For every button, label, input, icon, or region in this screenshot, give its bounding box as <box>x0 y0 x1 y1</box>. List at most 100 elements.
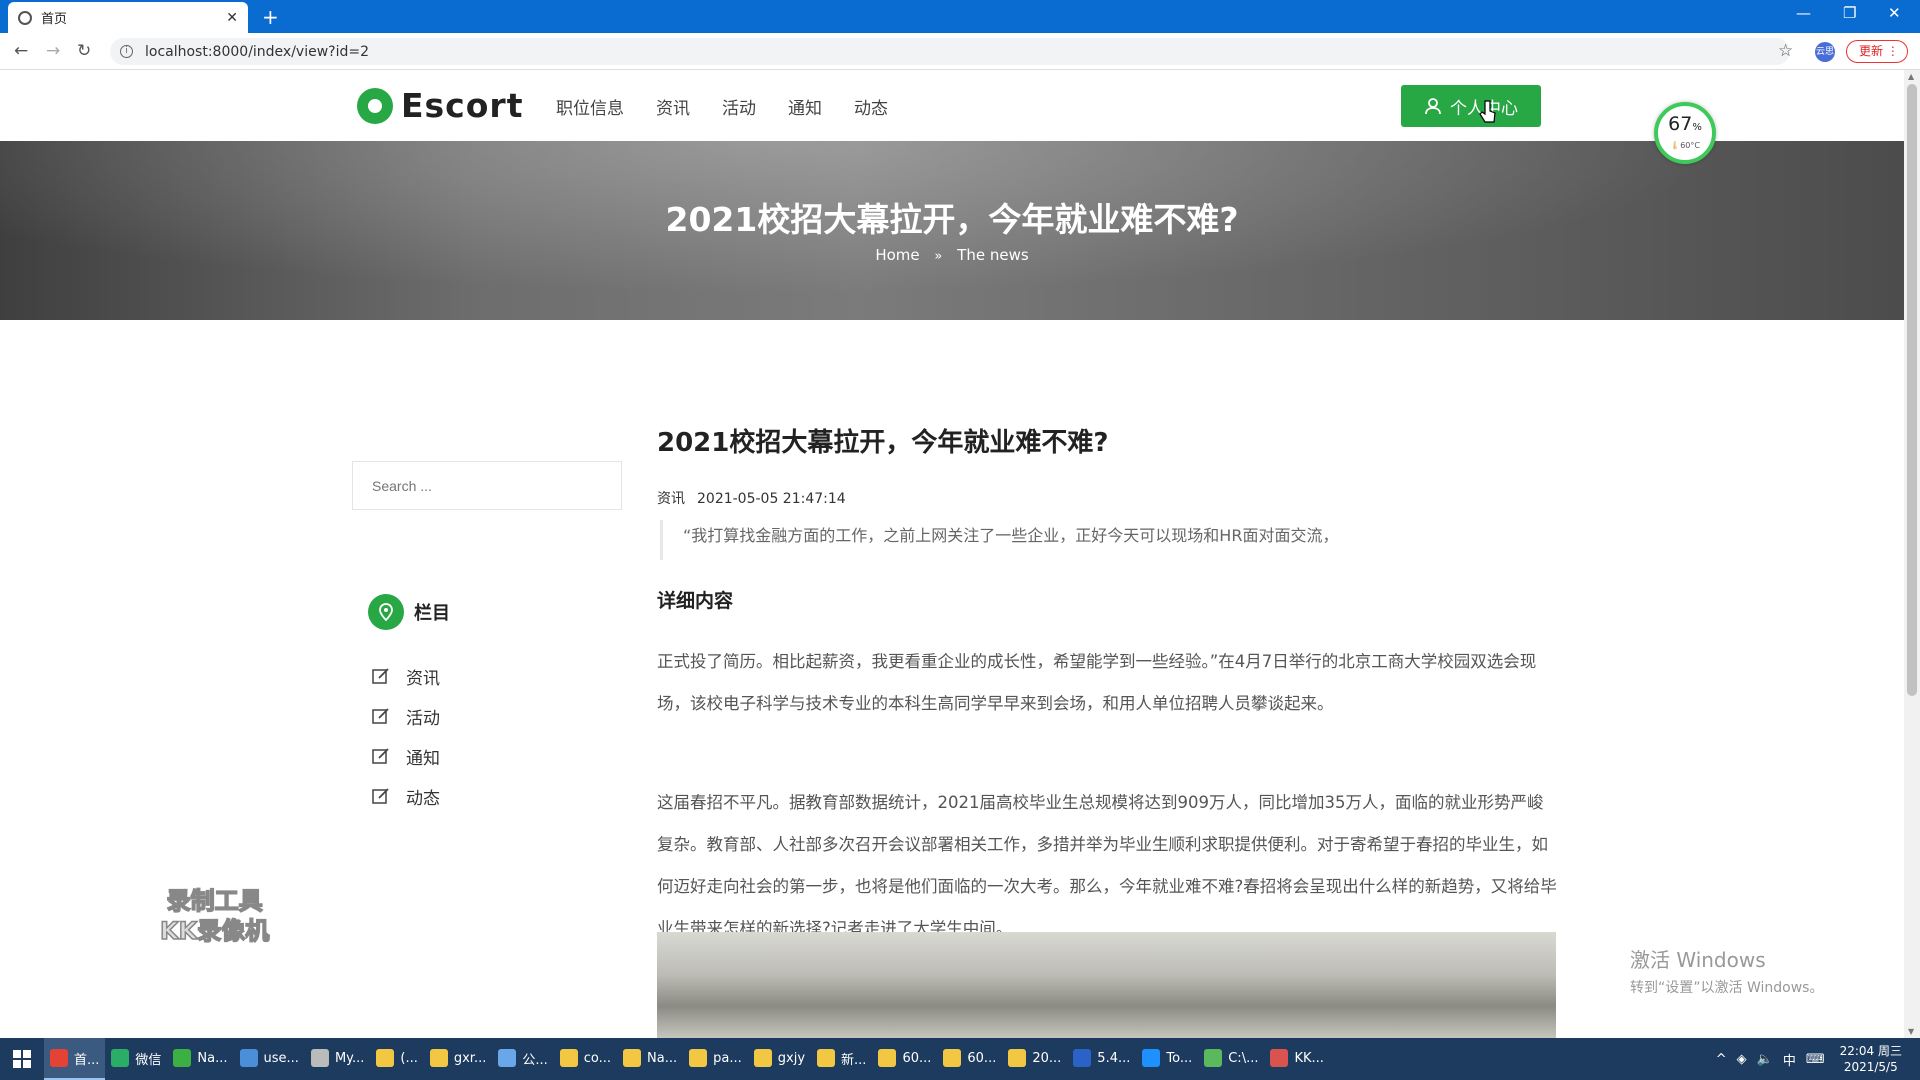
taskbar-app-18[interactable]: C:\... <box>1198 1038 1264 1080</box>
taskbar-app-label: co... <box>583 1050 612 1066</box>
category-label: 活动 <box>406 708 440 729</box>
usage-percent: 67 <box>1668 113 1693 135</box>
web-page: Escort 职位信息 资讯 活动 通知 动态 个人中心 2021校招大幕拉开，… <box>0 70 1904 1038</box>
taskbar-app-0[interactable]: 首... <box>44 1038 106 1080</box>
scroll-up-icon[interactable]: ▲ <box>1908 72 1914 81</box>
new-tab-icon[interactable]: + <box>262 5 279 29</box>
article-paragraph-1: 正式投了简历。相比起薪资，我更看重企业的成长性，希望能学到一些经验。”在4月7日… <box>657 652 1537 713</box>
taskbar-app-label: 60... <box>967 1050 997 1066</box>
page-scrollbar[interactable]: ▲ ▼ <box>1904 70 1920 1038</box>
taskbar-apps: 首... 微信 Na... use... My... (... gxr... 公... co..… <box>44 1038 1330 1080</box>
mouse-cursor-icon <box>1479 100 1496 123</box>
site-logo[interactable]: Escort <box>357 86 523 125</box>
app-icon <box>559 1049 578 1067</box>
network-icon[interactable]: ◈ <box>1737 1052 1747 1067</box>
update-button[interactable]: 更新 ⋮ <box>1846 40 1908 63</box>
app-icon <box>689 1049 708 1067</box>
taskbar-app-7[interactable]: 公... <box>492 1038 553 1080</box>
taskbar-app-13[interactable]: 60... <box>872 1038 937 1080</box>
browser-tab[interactable]: 首页 ✕ <box>8 2 248 33</box>
taskbar-app-label: 60... <box>902 1050 932 1066</box>
profile-avatar[interactable]: 云思 <box>1815 42 1835 62</box>
app-icon <box>943 1049 962 1067</box>
recorder-line-1: 录制工具 <box>166 886 264 916</box>
taskbar-app-4[interactable]: My... <box>305 1038 370 1080</box>
app-icon <box>310 1049 329 1067</box>
nav-item-news[interactable]: 资讯 <box>656 94 690 119</box>
usage-unit: % <box>1692 122 1702 133</box>
taskbar-app-label: Na... <box>647 1050 678 1066</box>
ime-indicator[interactable]: 中 <box>1783 1050 1796 1069</box>
app-icon <box>1142 1049 1161 1067</box>
article-quote: “我打算找金融方面的工作，之前上网关注了一些企业，正好今天可以现场和HR面对面交… <box>660 520 1560 560</box>
volume-icon[interactable]: 🔈 <box>1757 1052 1773 1067</box>
globe-icon <box>18 10 32 25</box>
app-icon <box>498 1049 517 1067</box>
taskbar-app-19[interactable]: KK... <box>1264 1038 1329 1080</box>
personal-center-button[interactable]: 个人中心 <box>1401 85 1541 127</box>
category-heading: 栏目 <box>368 594 450 630</box>
category-label: 动态 <box>406 788 440 809</box>
restore-icon[interactable]: ❐ <box>1843 4 1856 22</box>
taskbar-app-label: use... <box>263 1050 299 1066</box>
windows-taskbar: 首... 微信 Na... use... My... (... gxr... 公... co..… <box>0 1038 1920 1080</box>
sidebar-search-input[interactable] <box>352 461 622 510</box>
article-category[interactable]: 资讯 <box>657 491 685 507</box>
taskbar-app-label: To... <box>1166 1050 1193 1066</box>
edit-icon <box>372 788 389 804</box>
tab-close-icon[interactable]: ✕ <box>226 10 238 26</box>
reload-icon[interactable]: ↻ <box>77 41 91 61</box>
taskbar-app-5[interactable]: (... <box>370 1038 423 1080</box>
taskbar-app-label: Na... <box>197 1050 228 1066</box>
taskbar-app-2[interactable]: Na... <box>167 1038 233 1080</box>
forward-icon[interactable]: → <box>46 41 60 61</box>
taskbar-clock[interactable]: 22:04 周三 2021/5/5 <box>1840 1043 1902 1075</box>
scroll-down-icon[interactable]: ▼ <box>1908 1027 1914 1036</box>
scroll-thumb[interactable] <box>1907 84 1917 696</box>
taskbar-app-9[interactable]: Na... <box>617 1038 683 1080</box>
app-icon <box>1008 1049 1027 1067</box>
clock-date: 2021/5/5 <box>1843 1060 1898 1074</box>
taskbar-app-6[interactable]: gxr... <box>424 1038 493 1080</box>
taskbar-app-15[interactable]: 20... <box>1002 1038 1067 1080</box>
activation-line-2: 转到“设置”以激活 Windows。 <box>1630 980 1824 996</box>
nav-item-notices[interactable]: 通知 <box>788 94 822 119</box>
taskbar-app-8[interactable]: co... <box>554 1038 617 1080</box>
nav-item-jobs[interactable]: 职位信息 <box>556 94 624 119</box>
location-pin-icon <box>368 594 404 630</box>
taskbar-app-3[interactable]: use... <box>234 1038 305 1080</box>
info-icon[interactable]: i <box>120 45 133 58</box>
app-icon <box>173 1049 192 1067</box>
detail-heading: 详细内容 <box>657 590 734 612</box>
logo-text: Escort <box>401 86 524 125</box>
category-item-activities[interactable]: 活动 <box>372 696 440 736</box>
windows-start-icon[interactable] <box>0 1038 44 1080</box>
category-item-news[interactable]: 资讯 <box>372 656 440 696</box>
cpu-usage-badge[interactable]: 67% 🌡60°C <box>1654 102 1716 164</box>
category-title: 栏目 <box>414 603 450 624</box>
breadcrumb-home[interactable]: Home <box>875 246 919 264</box>
tray-expand-icon[interactable]: ^ <box>1716 1052 1727 1067</box>
bookmark-star-icon[interactable]: ☆ <box>1778 41 1793 61</box>
taskbar-app-17[interactable]: To... <box>1136 1038 1198 1080</box>
minimize-icon[interactable]: — <box>1796 4 1811 22</box>
window-close-icon[interactable]: ✕ <box>1888 4 1901 22</box>
app-icon <box>1073 1049 1092 1067</box>
taskbar-app-12[interactable]: 新... <box>811 1038 872 1080</box>
category-label: 资讯 <box>406 668 440 689</box>
taskbar-app-10[interactable]: pa... <box>683 1038 748 1080</box>
article-date: 2021-05-05 21:47:14 <box>697 491 846 507</box>
taskbar-app-11[interactable]: gxjy <box>748 1038 811 1080</box>
taskbar-app-16[interactable]: 5.4... <box>1067 1038 1136 1080</box>
keyboard-icon[interactable]: ⌨ <box>1806 1052 1825 1067</box>
category-item-notices[interactable]: 通知 <box>372 736 440 776</box>
nav-item-updates[interactable]: 动态 <box>854 94 888 119</box>
taskbar-app-1[interactable]: 微信 <box>105 1038 167 1080</box>
url-field[interactable]: i localhost:8000/index/view?id=2 <box>110 38 1790 65</box>
nav-item-activities[interactable]: 活动 <box>722 94 756 119</box>
breadcrumb-current: The news <box>957 246 1029 264</box>
category-item-updates[interactable]: 动态 <box>372 776 440 816</box>
taskbar-app-14[interactable]: 60... <box>937 1038 1002 1080</box>
url-text: localhost:8000/index/view?id=2 <box>145 43 370 60</box>
back-icon[interactable]: ← <box>14 41 28 61</box>
